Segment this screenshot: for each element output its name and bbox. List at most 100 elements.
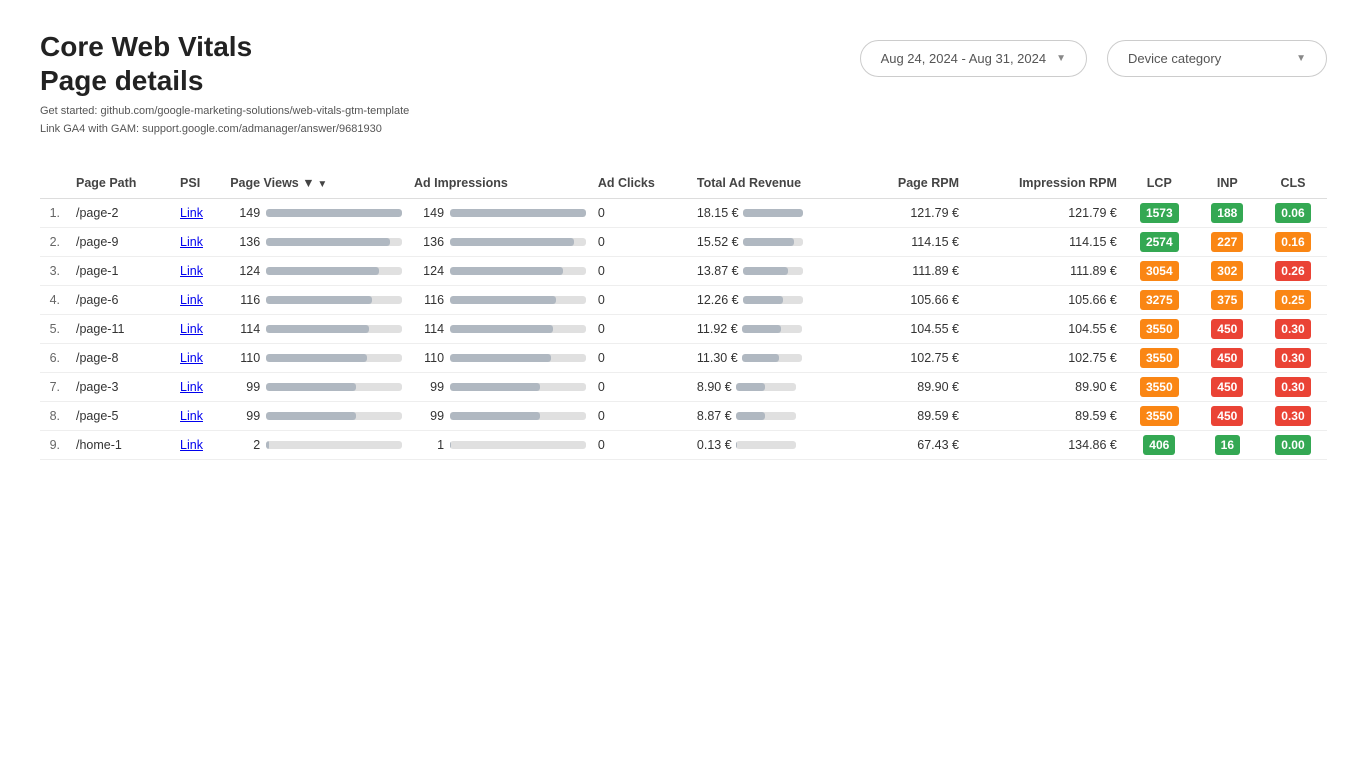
row-number: 9. [40,431,70,460]
row-inp: 450 [1196,315,1259,344]
device-filter[interactable]: Device category ▼ [1107,40,1327,77]
row-lcp: 3275 [1123,286,1196,315]
row-cls: 0.16 [1259,228,1327,257]
row-ad-impressions: 116 [408,286,592,315]
row-imp-rpm: 89.59 € [965,402,1123,431]
row-page-rpm: 89.90 € [860,373,965,402]
row-ad-clicks: 0 [592,199,691,228]
row-psi[interactable]: Link [174,373,224,402]
row-page-rpm: 89.59 € [860,402,965,431]
row-imp-rpm: 104.55 € [965,315,1123,344]
row-number: 6. [40,344,70,373]
row-page-rpm: 102.75 € [860,344,965,373]
row-ad-clicks: 0 [592,315,691,344]
row-ad-impressions: 1 [408,431,592,460]
row-imp-rpm: 134.86 € [965,431,1123,460]
row-number: 3. [40,257,70,286]
row-imp-rpm: 114.15 € [965,228,1123,257]
row-page-views: 2 [224,431,408,460]
row-psi[interactable]: Link [174,315,224,344]
table-row: 5. /page-11 Link 114 114 0 11.92 € 104.5… [40,315,1327,344]
col-num [40,168,70,199]
row-lcp: 406 [1123,431,1196,460]
row-cls: 0.06 [1259,199,1327,228]
row-total-revenue: 11.30 € [691,344,860,373]
row-page-views: 110 [224,344,408,373]
row-psi[interactable]: Link [174,402,224,431]
row-page-views: 116 [224,286,408,315]
row-imp-rpm: 102.75 € [965,344,1123,373]
row-inp: 188 [1196,199,1259,228]
subtitle: Get started: github.com/google-marketing… [40,103,409,138]
row-page-views: 114 [224,315,408,344]
row-inp: 16 [1196,431,1259,460]
row-page-rpm: 114.15 € [860,228,965,257]
date-filter-arrow-icon: ▼ [1056,53,1066,64]
table-row: 9. /home-1 Link 2 1 0 0.13 € 67.43 € 134… [40,431,1327,460]
row-lcp: 3550 [1123,402,1196,431]
col-ad-clicks: Ad Clicks [592,168,691,199]
device-filter-arrow-icon: ▼ [1296,53,1306,64]
col-inp: INP [1196,168,1259,199]
col-page-rpm: Page RPM [860,168,965,199]
row-psi[interactable]: Link [174,431,224,460]
table-row: 3. /page-1 Link 124 124 0 13.87 € 111.89… [40,257,1327,286]
col-lcp: LCP [1123,168,1196,199]
page-title: Core Web Vitals Page details [40,30,409,97]
col-page-path: Page Path [70,168,174,199]
row-path: /page-6 [70,286,174,315]
row-ad-impressions: 149 [408,199,592,228]
row-path: /page-1 [70,257,174,286]
row-ad-clicks: 0 [592,228,691,257]
col-imp-rpm: Impression RPM [965,168,1123,199]
row-total-revenue: 12.26 € [691,286,860,315]
row-ad-clicks: 0 [592,431,691,460]
row-cls: 0.00 [1259,431,1327,460]
row-psi[interactable]: Link [174,228,224,257]
row-imp-rpm: 89.90 € [965,373,1123,402]
row-path: /page-3 [70,373,174,402]
row-cls: 0.25 [1259,286,1327,315]
table-row: 6. /page-8 Link 110 110 0 11.30 € 102.75… [40,344,1327,373]
row-ad-impressions: 99 [408,402,592,431]
row-ad-clicks: 0 [592,286,691,315]
row-imp-rpm: 121.79 € [965,199,1123,228]
row-lcp: 3550 [1123,373,1196,402]
row-page-rpm: 111.89 € [860,257,965,286]
row-cls: 0.26 [1259,257,1327,286]
row-inp: 450 [1196,402,1259,431]
col-page-views[interactable]: Page Views ▼ [224,168,408,199]
row-psi[interactable]: Link [174,344,224,373]
row-page-rpm: 104.55 € [860,315,965,344]
row-ad-clicks: 0 [592,402,691,431]
row-number: 8. [40,402,70,431]
row-ad-impressions: 124 [408,257,592,286]
device-filter-label: Device category [1128,51,1221,66]
row-ad-impressions: 114 [408,315,592,344]
row-path: /home-1 [70,431,174,460]
table-row: 4. /page-6 Link 116 116 0 12.26 € 105.66… [40,286,1327,315]
date-filter-label: Aug 24, 2024 - Aug 31, 2024 [881,51,1047,66]
row-number: 7. [40,373,70,402]
row-path: /page-5 [70,402,174,431]
row-total-revenue: 8.87 € [691,402,860,431]
date-filter[interactable]: Aug 24, 2024 - Aug 31, 2024 ▼ [860,40,1087,77]
row-path: /page-11 [70,315,174,344]
col-psi: PSI [174,168,224,199]
row-page-views: 99 [224,373,408,402]
row-number: 4. [40,286,70,315]
row-total-revenue: 13.87 € [691,257,860,286]
row-page-views: 136 [224,228,408,257]
row-page-views: 149 [224,199,408,228]
row-psi[interactable]: Link [174,257,224,286]
row-psi[interactable]: Link [174,286,224,315]
row-cls: 0.30 [1259,315,1327,344]
row-psi[interactable]: Link [174,199,224,228]
row-number: 1. [40,199,70,228]
col-total-revenue: Total Ad Revenue [691,168,860,199]
row-page-rpm: 67.43 € [860,431,965,460]
row-inp: 302 [1196,257,1259,286]
row-number: 5. [40,315,70,344]
row-lcp: 3550 [1123,315,1196,344]
row-inp: 227 [1196,228,1259,257]
